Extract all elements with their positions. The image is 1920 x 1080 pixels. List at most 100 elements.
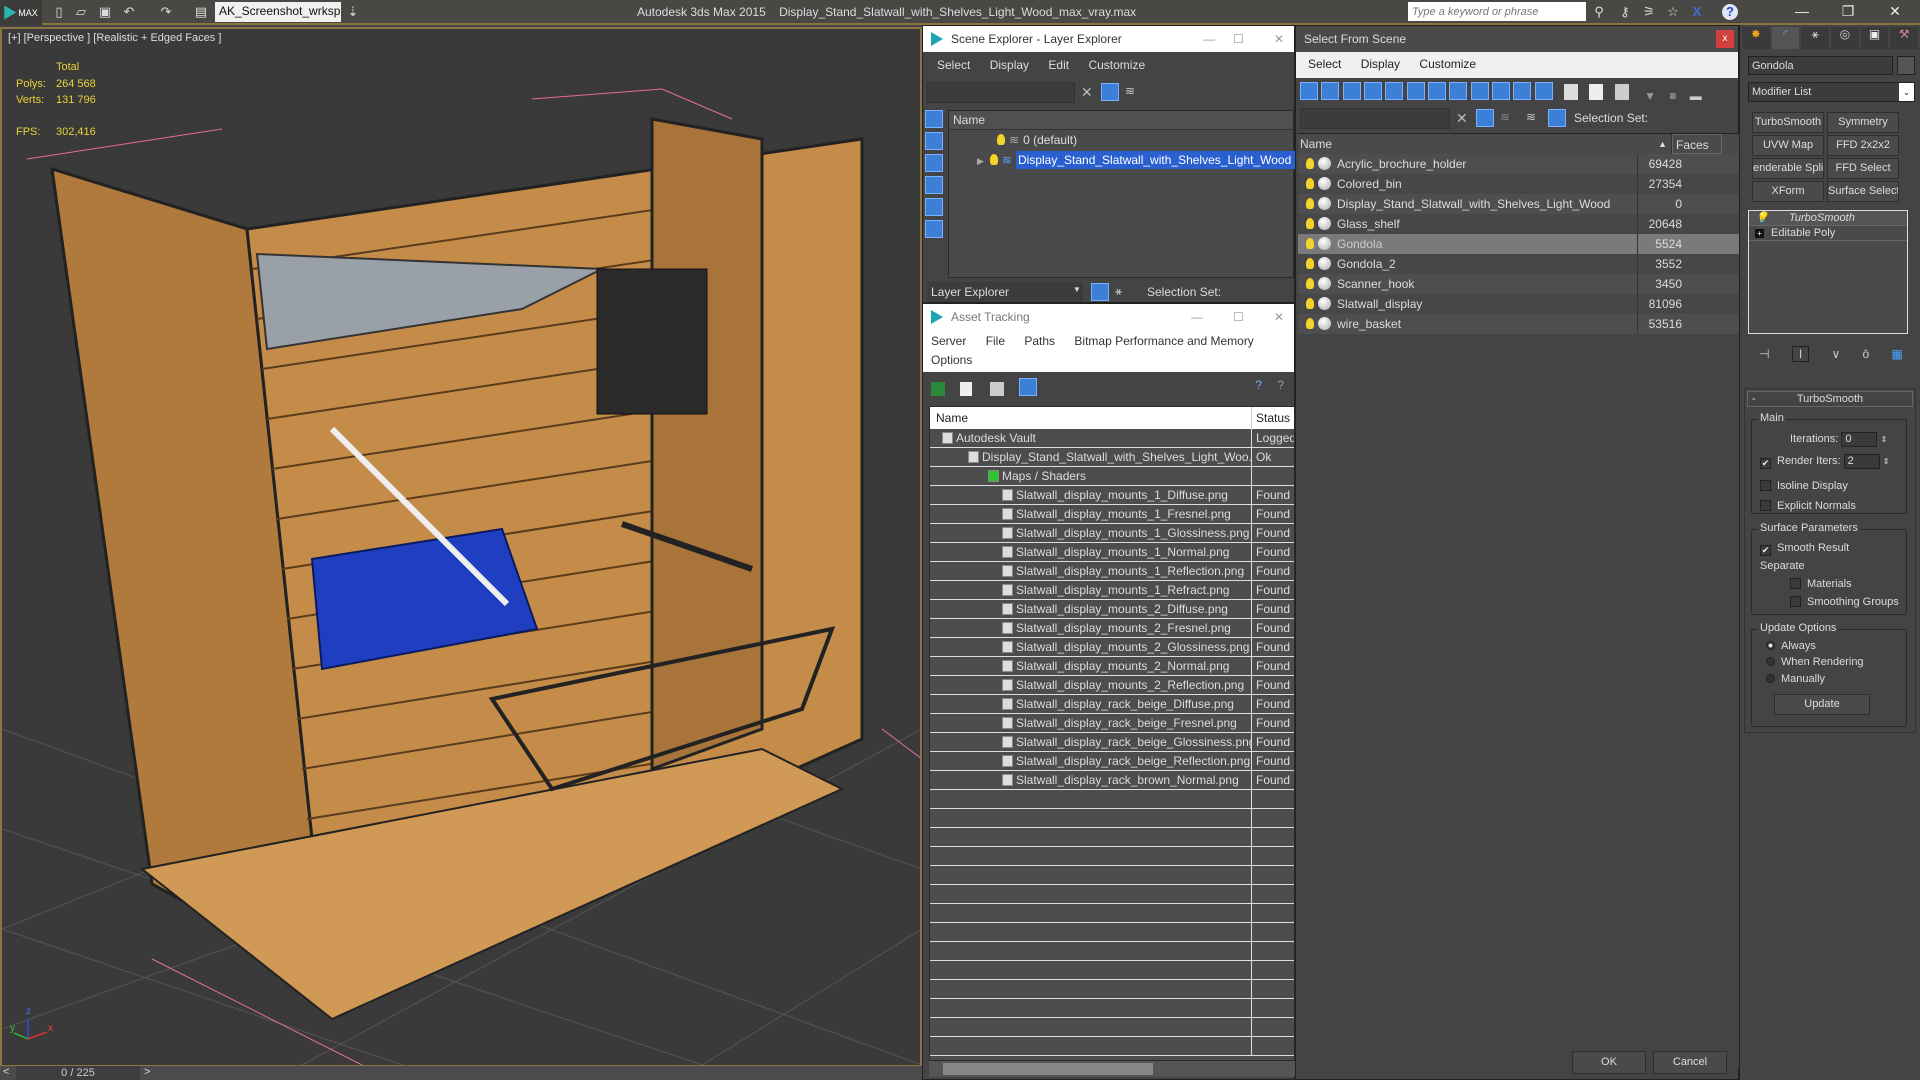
spinner-arrows-icon[interactable]: ⇕ — [1880, 435, 1887, 444]
key-icon[interactable]: ⚷ — [1616, 4, 1634, 20]
stack-item-turbosmooth[interactable]: 💡 TurboSmooth — [1749, 211, 1907, 226]
time-next-button[interactable]: > — [144, 1066, 150, 1078]
close-button[interactable]: ✕ — [1880, 3, 1910, 21]
shapes-filter-icon[interactable] — [925, 132, 943, 150]
asset-row[interactable]: Slatwall_display_mounts_2_Glossiness.png… — [930, 638, 1294, 657]
minimize-button[interactable]: — — [1203, 32, 1215, 46]
menu-display[interactable]: Display — [990, 58, 1029, 72]
menu-customize[interactable]: Customize — [1419, 57, 1476, 71]
iterations-spinner[interactable]: 0 — [1841, 432, 1878, 447]
menu-customize[interactable]: Customize — [1088, 58, 1145, 72]
manually-radio[interactable] — [1766, 674, 1775, 683]
scene-explorer-search[interactable] — [927, 82, 1075, 103]
cameras-filter-icon[interactable] — [925, 176, 943, 194]
pin-stack-icon[interactable]: ⊣ — [1759, 347, 1769, 361]
asset-row[interactable]: Slatwall_display_mounts_2_Reflection.png… — [930, 676, 1294, 695]
object-color-swatch[interactable] — [1897, 56, 1915, 75]
modifier-button-ffd[interactable]: FFD 2x2x2 — [1827, 135, 1899, 156]
spinner-arrows-icon[interactable]: ⇕ — [1883, 457, 1890, 466]
smooth-result-checkbox[interactable]: ✔ — [1760, 545, 1771, 556]
vault-help-icon[interactable]: ? — [1255, 378, 1262, 392]
maximize-button[interactable]: ☐ — [1233, 310, 1244, 324]
geometry-filter-icon[interactable] — [1300, 82, 1318, 100]
workspace-dropdown[interactable]: AK_Screenshot_wrksp — [215, 2, 341, 22]
select-invert-icon[interactable] — [1614, 84, 1629, 100]
smooth-result-row[interactable]: ✔ Smooth Result — [1760, 542, 1849, 556]
visibility-bulb-icon[interactable] — [1306, 298, 1314, 309]
menu-select[interactable]: Select — [1308, 57, 1341, 71]
visibility-bulb-icon[interactable] — [997, 134, 1005, 145]
asset-tracking-titlebar[interactable]: Asset Tracking — ☐ ✕ — [923, 304, 1294, 330]
always-radio-row[interactable]: Always — [1766, 640, 1816, 652]
always-radio[interactable] — [1766, 641, 1775, 650]
lights-filter-icon[interactable] — [925, 154, 943, 172]
menu-server[interactable]: Server — [931, 334, 966, 348]
make-unique-icon[interactable]: ∨ — [1831, 347, 1840, 361]
column-header-faces[interactable]: Faces — [1672, 134, 1722, 154]
scrollbar-thumb[interactable] — [943, 1063, 1153, 1075]
when-rendering-radio-row[interactable]: When Rendering — [1766, 656, 1864, 668]
asset-row[interactable]: Slatwall_display_mounts_1_Glossiness.png… — [930, 524, 1294, 543]
remove-modifier-icon[interactable]: ô — [1863, 347, 1870, 361]
create-tab-icon[interactable]: ✸ — [1742, 27, 1770, 49]
hierarchy-tab-icon[interactable]: ⚹ — [1801, 27, 1830, 49]
close-button[interactable]: ✕ — [1274, 32, 1284, 46]
modifier-button-turbosmooth[interactable]: TurboSmooth — [1752, 112, 1824, 133]
stack-item-editable-poly[interactable]: + Editable Poly — [1749, 226, 1907, 241]
visibility-bulb-icon[interactable] — [989, 154, 998, 165]
hierarchy-icon[interactable]: ⚹ — [1115, 284, 1122, 299]
smoothing-groups-checkbox[interactable] — [1790, 596, 1801, 607]
filter-funnel-icon[interactable]: ▼ — [1644, 89, 1656, 103]
explicit-normals-row[interactable]: Explicit Normals — [1760, 500, 1856, 512]
visibility-bulb-icon[interactable] — [1306, 178, 1314, 189]
object-row[interactable]: Slatwall_display 81096 — [1298, 294, 1740, 314]
containers-filter-icon[interactable] — [1492, 82, 1511, 100]
render-iters-spinner[interactable]: 2 — [1843, 454, 1880, 469]
layer-row[interactable]: ▶ ≋ Display_Stand_Slatwall_with_Shelves_Li… — [949, 150, 1352, 170]
satellite-icon[interactable]: ⚞ — [1640, 4, 1658, 20]
isoline-display-row[interactable]: Isoline Display — [1760, 480, 1848, 492]
render-iters-checkbox[interactable]: ✔ — [1760, 458, 1771, 469]
object-row[interactable]: Scanner_hook 3450 — [1298, 274, 1740, 294]
object-row[interactable]: Gondola_2 3552 — [1298, 254, 1740, 274]
smoothing-groups-row[interactable]: Smoothing Groups — [1790, 596, 1899, 608]
close-button[interactable]: ✕ — [1274, 310, 1284, 324]
xrefs-filter-icon[interactable] — [1449, 82, 1468, 100]
object-row[interactable]: Acrylic_brochure_holder 69428 — [1298, 154, 1740, 174]
asset-row[interactable]: Slatwall_display_mounts_1_Reflection.png… — [930, 562, 1294, 581]
minimize-button[interactable]: — — [1787, 3, 1817, 21]
redo-icon[interactable]: ↷ — [157, 4, 175, 20]
motion-tab-icon[interactable]: ◎ — [1831, 27, 1859, 49]
column-header-name[interactable]: Name — [949, 111, 1293, 130]
table-view-icon[interactable] — [1019, 378, 1038, 396]
ok-button[interactable]: OK — [1572, 1051, 1646, 1074]
menu-options[interactable]: Options — [931, 353, 972, 367]
layer-row[interactable]: ≋ 0 (default) — [949, 130, 1293, 150]
asset-row[interactable]: Autodesk Vault Logged — [930, 429, 1294, 448]
menu-display[interactable]: Display — [1361, 57, 1400, 71]
new-file-icon[interactable]: ▯ — [50, 4, 68, 20]
spacewarps-filter-icon[interactable] — [1406, 82, 1425, 100]
asset-row[interactable]: Slatwall_display_mounts_2_Normal.png Foun… — [930, 657, 1294, 676]
helpers-filter-icon[interactable] — [1385, 82, 1404, 100]
asset-row[interactable]: Slatwall_display_mounts_2_Diffuse.png Fou… — [930, 600, 1294, 619]
layer-display-icon[interactable] — [1091, 283, 1109, 301]
asset-row[interactable]: Maps / Shaders — [930, 467, 1294, 486]
asset-row[interactable]: Slatwall_display_rack_beige_Reflection.p… — [930, 752, 1294, 771]
object-row[interactable]: Glass_shelf 20648 — [1298, 214, 1740, 234]
menu-paths[interactable]: Paths — [1024, 334, 1055, 348]
object-name-field[interactable] — [1748, 56, 1893, 75]
menu-file[interactable]: File — [986, 334, 1005, 348]
column-header-name[interactable]: Name — [930, 407, 1252, 429]
visibility-bulb-icon[interactable] — [1306, 158, 1314, 169]
cancel-button[interactable]: Cancel — [1653, 1051, 1727, 1074]
shapes-filter-icon[interactable] — [1321, 82, 1340, 100]
modifier-button-symmetry[interactable]: Symmetry — [1827, 112, 1899, 133]
cameras-filter-icon[interactable] — [1364, 82, 1383, 100]
modifier-button-xform[interactable]: XForm — [1752, 181, 1824, 202]
select-from-scene-titlebar[interactable]: Select From Scene x — [1296, 26, 1738, 52]
rollout-header[interactable]: - TurboSmooth — [1747, 391, 1913, 407]
filter-icon[interactable] — [1101, 83, 1119, 101]
modify-tab-icon[interactable]: ◜ — [1771, 27, 1800, 49]
visibility-bulb-icon[interactable] — [1306, 258, 1314, 269]
